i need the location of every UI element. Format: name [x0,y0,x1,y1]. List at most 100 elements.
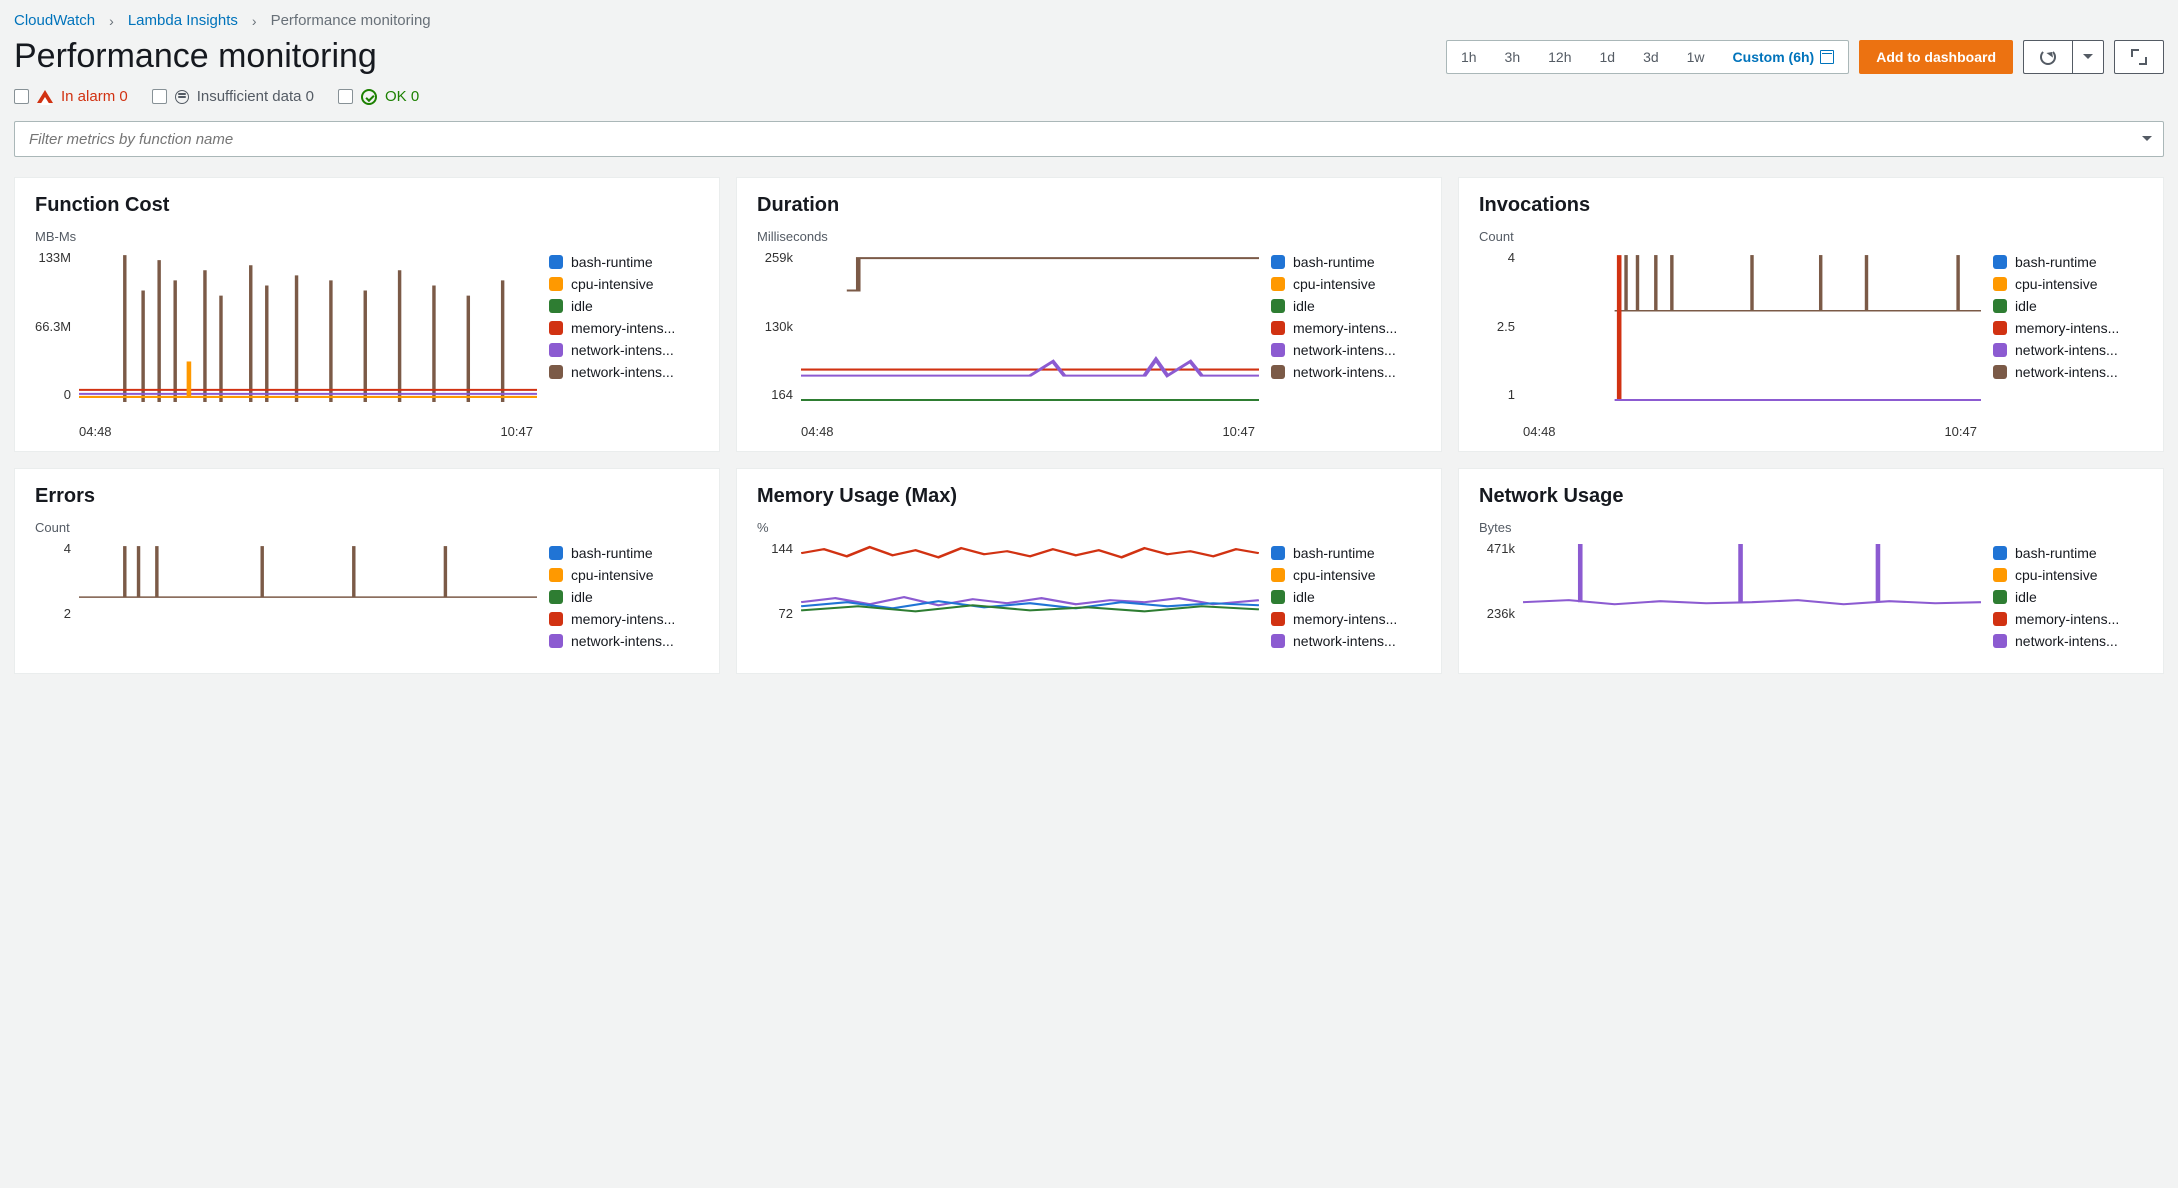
time-range-3h[interactable]: 3h [1491,41,1535,73]
legend-swatch [1271,612,1285,626]
legend-label: bash-runtime [2015,254,2097,270]
breadcrumb-current: Performance monitoring [271,12,431,29]
card-unit: Milliseconds [757,229,1421,244]
card-invocations: Invocations Count 4 2.5 1 [1458,177,2164,452]
legend-item[interactable]: memory-intens... [1993,611,2143,627]
legend-item[interactable]: cpu-intensive [1993,567,2143,583]
legend-item[interactable]: network-intens... [549,342,699,358]
legend-swatch [1271,255,1285,269]
legend-swatch [1271,321,1285,335]
legend-item[interactable]: network-intens... [1271,342,1421,358]
legend-label: bash-runtime [571,254,653,270]
caret-down-icon [2142,136,2152,146]
legend-item[interactable]: idle [1271,298,1421,314]
status-ok: OK 0 [338,88,419,105]
legend-item[interactable]: idle [1993,589,2143,605]
refresh-button[interactable] [2023,40,2072,74]
legend-item[interactable]: cpu-intensive [1271,276,1421,292]
breadcrumb-section[interactable]: Lambda Insights [128,12,238,29]
status-alarm-label: In alarm 0 [61,88,128,105]
legend-item[interactable]: bash-runtime [1271,545,1421,561]
legend-item[interactable]: memory-intens... [549,320,699,336]
legend-item[interactable]: cpu-intensive [1271,567,1421,583]
chart-plot [79,541,537,643]
chevron-right-icon: › [109,13,114,29]
chevron-right-icon: › [252,13,257,29]
legend-label: network-intens... [1293,364,1396,380]
time-range-custom-label: Custom (6h) [1733,49,1815,65]
filter-input[interactable] [14,121,2164,157]
y-tick: 2 [35,606,71,621]
legend-item[interactable]: memory-intens... [1271,611,1421,627]
legend-label: cpu-intensive [1293,276,1376,292]
legend-item[interactable]: network-intens... [549,633,699,649]
y-axis: 4 2.5 1 [1479,250,1519,402]
time-range-custom[interactable]: Custom (6h) [1719,41,1849,73]
y-tick: 471k [1479,541,1515,556]
legend-item[interactable]: memory-intens... [549,611,699,627]
time-range-1h[interactable]: 1h [1447,41,1491,73]
legend-swatch [1993,277,2007,291]
x-tick: 04:48 [1523,424,1556,439]
legend-swatch [1993,590,2007,604]
fullscreen-button[interactable] [2114,40,2164,74]
legend-label: bash-runtime [1293,545,1375,561]
checkbox-ok[interactable] [338,89,353,104]
legend-swatch [1993,568,2007,582]
card-title: Memory Usage (Max) [757,485,1421,508]
legend-item[interactable]: network-intens... [1993,342,2143,358]
status-in-alarm: In alarm 0 [14,86,128,107]
legend-item[interactable]: memory-intens... [1993,320,2143,336]
legend-item[interactable]: network-intens... [549,364,699,380]
legend-label: network-intens... [571,364,674,380]
refresh-dropdown-button[interactable] [2072,40,2104,74]
time-range-3d[interactable]: 3d [1629,41,1673,73]
legend-item[interactable]: bash-runtime [1993,254,2143,270]
card-title: Errors [35,485,699,508]
legend-item[interactable]: bash-runtime [1271,254,1421,270]
legend-item[interactable]: network-intens... [1993,364,2143,380]
card-memory-usage: Memory Usage (Max) % 144 72 [736,468,1442,674]
checkbox-insufficient[interactable] [152,89,167,104]
legend-item[interactable]: idle [549,589,699,605]
legend-item[interactable]: cpu-intensive [549,276,699,292]
time-range-12h[interactable]: 12h [1534,41,1585,73]
checkbox-in-alarm[interactable] [14,89,29,104]
legend-swatch [1993,321,2007,335]
alarm-icon [37,82,53,103]
legend-swatch [549,321,563,335]
insufficient-icon [175,90,189,104]
legend-label: memory-intens... [1293,320,1397,336]
time-range-1w[interactable]: 1w [1673,41,1719,73]
legend-item[interactable]: cpu-intensive [549,567,699,583]
legend-item[interactable]: bash-runtime [549,254,699,270]
legend-item[interactable]: idle [1271,589,1421,605]
legend-item[interactable]: network-intens... [1271,633,1421,649]
legend-swatch [1271,546,1285,560]
expand-icon [2131,49,2147,65]
breadcrumb-root[interactable]: CloudWatch [14,12,95,29]
legend-label: memory-intens... [2015,320,2119,336]
legend-swatch [549,590,563,604]
add-to-dashboard-button[interactable]: Add to dashboard [1859,40,2013,74]
y-tick: 0 [35,387,71,402]
legend-label: network-intens... [1293,633,1396,649]
y-axis: 471k 236k [1479,541,1519,643]
legend-item[interactable]: bash-runtime [1993,545,2143,561]
time-range-1d[interactable]: 1d [1585,41,1629,73]
card-unit: Bytes [1479,520,2143,535]
legend-item[interactable]: network-intens... [1271,364,1421,380]
refresh-button-group [2023,40,2104,74]
legend-item[interactable]: memory-intens... [1271,320,1421,336]
legend-item[interactable]: network-intens... [1993,633,2143,649]
legend-item[interactable]: idle [1993,298,2143,314]
y-axis: 133M 66.3M 0 [35,250,75,402]
legend-label: memory-intens... [2015,611,2119,627]
chart-legend: bash-runtime cpu-intensive idle memory-inte… [1993,250,2143,439]
legend-item[interactable]: cpu-intensive [1993,276,2143,292]
legend-item[interactable]: bash-runtime [549,545,699,561]
legend-label: network-intens... [2015,633,2118,649]
status-ok-label: OK 0 [385,88,419,105]
y-tick: 164 [757,387,793,402]
legend-item[interactable]: idle [549,298,699,314]
